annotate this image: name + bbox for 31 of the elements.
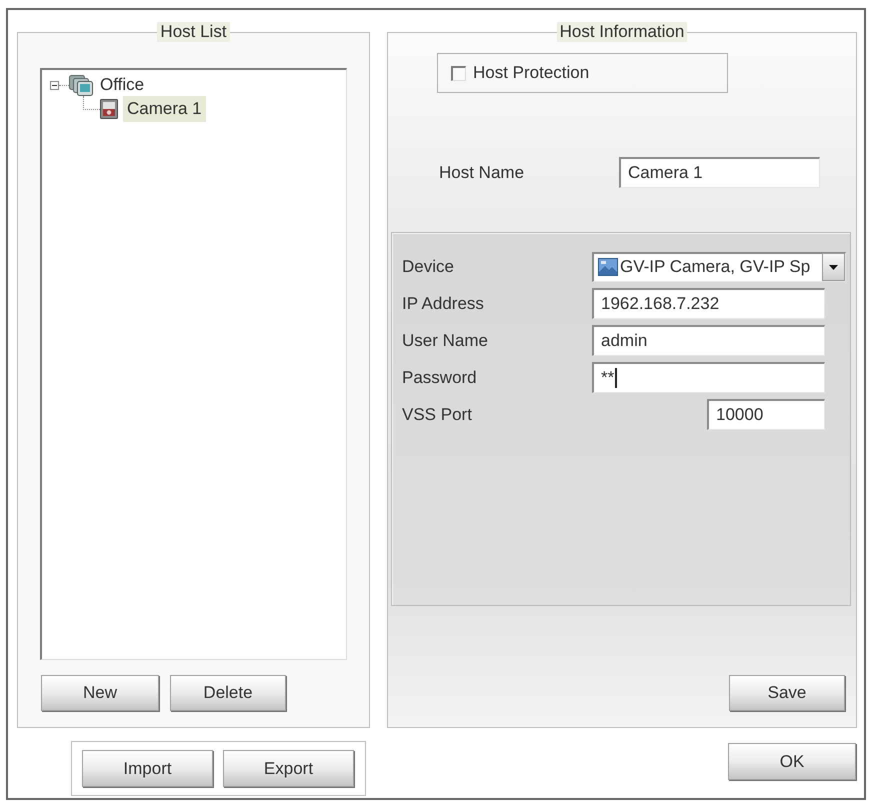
host-name-field[interactable]: Camera 1 bbox=[619, 157, 820, 188]
field-label: Host Name bbox=[439, 162, 526, 184]
delete-button[interactable]: Delete bbox=[170, 675, 286, 711]
port-field[interactable]: 10000 bbox=[707, 399, 825, 430]
camera-icon bbox=[100, 99, 118, 119]
checkbox[interactable] bbox=[451, 66, 466, 80]
export-button[interactable]: Export bbox=[223, 750, 354, 787]
field-label: Device bbox=[402, 256, 455, 278]
ok-button[interactable]: OK bbox=[728, 743, 856, 780]
panel-title: Host List bbox=[157, 22, 230, 42]
field-label: IP Address bbox=[402, 292, 485, 315]
field-label: Password bbox=[402, 366, 478, 389]
host-tree[interactable]: Office Camera 1 bbox=[40, 68, 347, 660]
text-field[interactable]: admin bbox=[592, 325, 825, 356]
collapse-icon[interactable] bbox=[50, 80, 59, 90]
import-button[interactable]: Import bbox=[82, 750, 213, 787]
new-button[interactable]: New bbox=[41, 675, 159, 711]
save-button[interactable]: Save bbox=[729, 675, 845, 711]
device-dropdown[interactable]: GV-IP Camera, GV-IP Sp bbox=[592, 252, 846, 282]
tree-item[interactable]: Office bbox=[96, 74, 148, 96]
field-label: VSS Port bbox=[402, 404, 473, 426]
tree-item[interactable]: Camera 1 bbox=[123, 96, 206, 122]
stacked-screens-icon bbox=[69, 74, 93, 96]
password-field[interactable]: ** bbox=[592, 362, 825, 393]
dropdown-arrow-button[interactable] bbox=[822, 253, 845, 281]
checkbox-label: Host Protection bbox=[473, 62, 590, 84]
image-icon bbox=[598, 258, 618, 276]
caret-down-icon bbox=[829, 264, 838, 270]
field-label: User Name bbox=[402, 330, 489, 352]
panel-title: Host Information bbox=[556, 22, 688, 42]
text-field[interactable]: 1962.168.7.232 bbox=[592, 288, 825, 319]
